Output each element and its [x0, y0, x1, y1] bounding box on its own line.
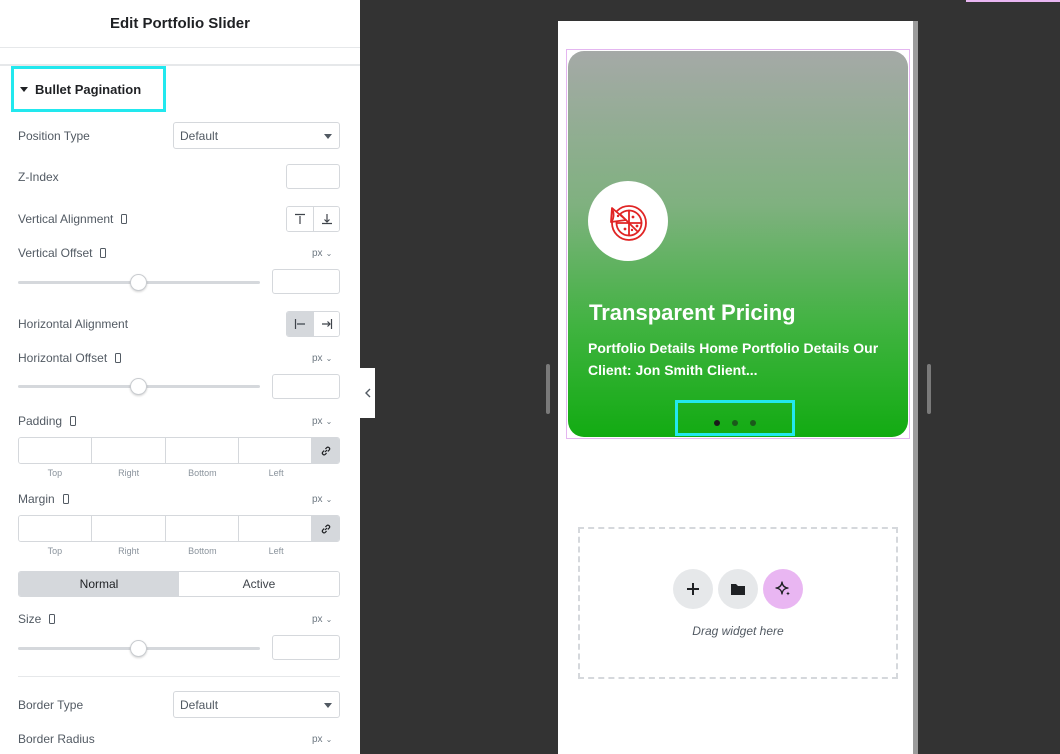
horizontal-offset-label: Horizontal Offset [18, 351, 122, 365]
horizontal-alignment-buttons [286, 311, 340, 337]
editor-panel: Edit Portfolio Slider Bullet Pagination … [0, 0, 360, 754]
state-tabs: Normal Active [18, 571, 340, 597]
mobile-device-icon[interactable] [62, 494, 69, 504]
mobile-device-icon[interactable] [100, 248, 107, 258]
padding-right-input[interactable] [92, 438, 166, 463]
size-unit[interactable]: px ⌄ [312, 614, 332, 625]
slide-title[interactable]: Transparent Pricing [589, 300, 796, 326]
size-input[interactable] [272, 635, 340, 660]
add-section-button[interactable] [673, 569, 713, 609]
chevron-down-icon: ⌄ [325, 417, 333, 426]
chevron-down-icon: ⌄ [325, 615, 333, 624]
horizontal-offset-input[interactable] [272, 374, 340, 399]
section-toggle-bullet-pagination[interactable]: Bullet Pagination [11, 66, 166, 112]
tab-normal[interactable]: Normal [19, 572, 179, 596]
padding-inputs [18, 437, 340, 464]
link-icon [321, 446, 330, 455]
position-type-label: Position Type [18, 129, 90, 143]
select-arrow-icon [324, 703, 332, 708]
chevron-down-icon: ⌄ [325, 735, 333, 744]
ai-generate-button[interactable] [763, 569, 803, 609]
tab-active[interactable]: Active [179, 572, 339, 596]
border-radius-label: Border Radius [18, 732, 95, 746]
horizontal-offset-slider-handle[interactable] [130, 378, 147, 395]
size-slider-handle[interactable] [130, 640, 147, 657]
align-bottom-icon [321, 214, 332, 225]
margin-left-input[interactable] [238, 516, 312, 541]
canvas-scroll-edge [913, 21, 918, 754]
align-top-button[interactable] [287, 207, 313, 231]
slide-excerpt: Portfolio Details Home Portfolio Details… [588, 340, 879, 378]
chevron-left-icon [364, 388, 370, 398]
margin-unit[interactable]: px ⌄ [312, 494, 332, 505]
resize-handle-right[interactable] [927, 364, 931, 414]
link-icon [321, 524, 330, 533]
padding-unit[interactable]: px ⌄ [312, 416, 332, 427]
vertical-offset-slider-handle[interactable] [130, 274, 147, 291]
pagination-bullet[interactable] [732, 420, 738, 426]
position-type-select[interactable]: Default [173, 122, 340, 149]
margin-side-labels: Top Right Bottom Left [47, 546, 284, 556]
vertical-offset-label: Vertical Offset [18, 246, 107, 260]
resize-handle-left[interactable] [546, 364, 550, 414]
pizza-icon [610, 205, 647, 241]
margin-top-input[interactable] [19, 516, 93, 541]
align-right-button[interactable] [313, 312, 339, 336]
chevron-down-icon: ⌄ [325, 354, 333, 363]
padding-top-input[interactable] [19, 438, 93, 463]
vertical-offset-input[interactable] [272, 269, 340, 294]
mobile-device-icon[interactable] [121, 214, 128, 224]
padding-link-button[interactable] [312, 438, 339, 463]
vertical-alignment-buttons [286, 206, 340, 232]
collapse-panel-button[interactable] [360, 368, 375, 418]
mobile-device-icon[interactable] [115, 353, 122, 363]
mobile-device-icon[interactable] [70, 416, 77, 426]
padding-bottom-input[interactable] [165, 438, 239, 463]
z-index-input[interactable] [286, 164, 340, 189]
sparkle-icon [775, 581, 790, 596]
margin-inputs [18, 515, 340, 542]
caret-down-icon [20, 86, 28, 92]
mobile-device-icon[interactable] [49, 614, 56, 624]
align-left-icon [294, 319, 305, 329]
horizontal-offset-unit[interactable]: px ⌄ [312, 353, 332, 364]
border-radius-unit[interactable]: px ⌄ [312, 734, 332, 745]
align-right-icon [321, 319, 332, 329]
chevron-down-icon: ⌄ [325, 495, 333, 504]
z-index-label: Z-Index [18, 170, 59, 184]
margin-link-button[interactable] [312, 516, 339, 541]
portfolio-slide-card[interactable]: Transparent Pricing Portfolio Details Ho… [568, 51, 908, 437]
pagination-bullet[interactable] [714, 420, 720, 426]
padding-side-labels: Top Right Bottom Left [47, 468, 284, 478]
plus-icon [687, 583, 699, 595]
section-divider [18, 676, 340, 677]
pagination-bullet[interactable] [750, 420, 756, 426]
vertical-offset-unit[interactable]: px ⌄ [312, 248, 332, 259]
folder-icon [731, 584, 745, 595]
size-label: Size [18, 612, 56, 626]
horizontal-alignment-label: Horizontal Alignment [18, 317, 129, 331]
preview-accent-line [966, 0, 1060, 2]
border-type-select[interactable]: Default [173, 691, 340, 718]
border-type-label: Border Type [18, 698, 84, 712]
margin-label: Margin [18, 492, 69, 506]
padding-label: Padding [18, 414, 77, 428]
add-template-button[interactable] [718, 569, 758, 609]
panel-title: Edit Portfolio Slider [0, 0, 360, 48]
align-bottom-button[interactable] [313, 207, 339, 231]
margin-bottom-input[interactable] [165, 516, 239, 541]
margin-right-input[interactable] [92, 516, 166, 541]
section-title: Bullet Pagination [35, 81, 142, 97]
align-top-icon [295, 213, 305, 224]
chevron-down-icon: ⌄ [325, 249, 333, 258]
bullet-pagination [675, 400, 795, 436]
align-left-button[interactable] [287, 312, 313, 336]
slide-icon-circle [588, 181, 668, 261]
drop-zone-hint: Drag widget here [692, 624, 784, 638]
padding-left-input[interactable] [238, 438, 312, 463]
vertical-alignment-label: Vertical Alignment [18, 212, 128, 226]
select-arrow-icon [324, 134, 332, 139]
